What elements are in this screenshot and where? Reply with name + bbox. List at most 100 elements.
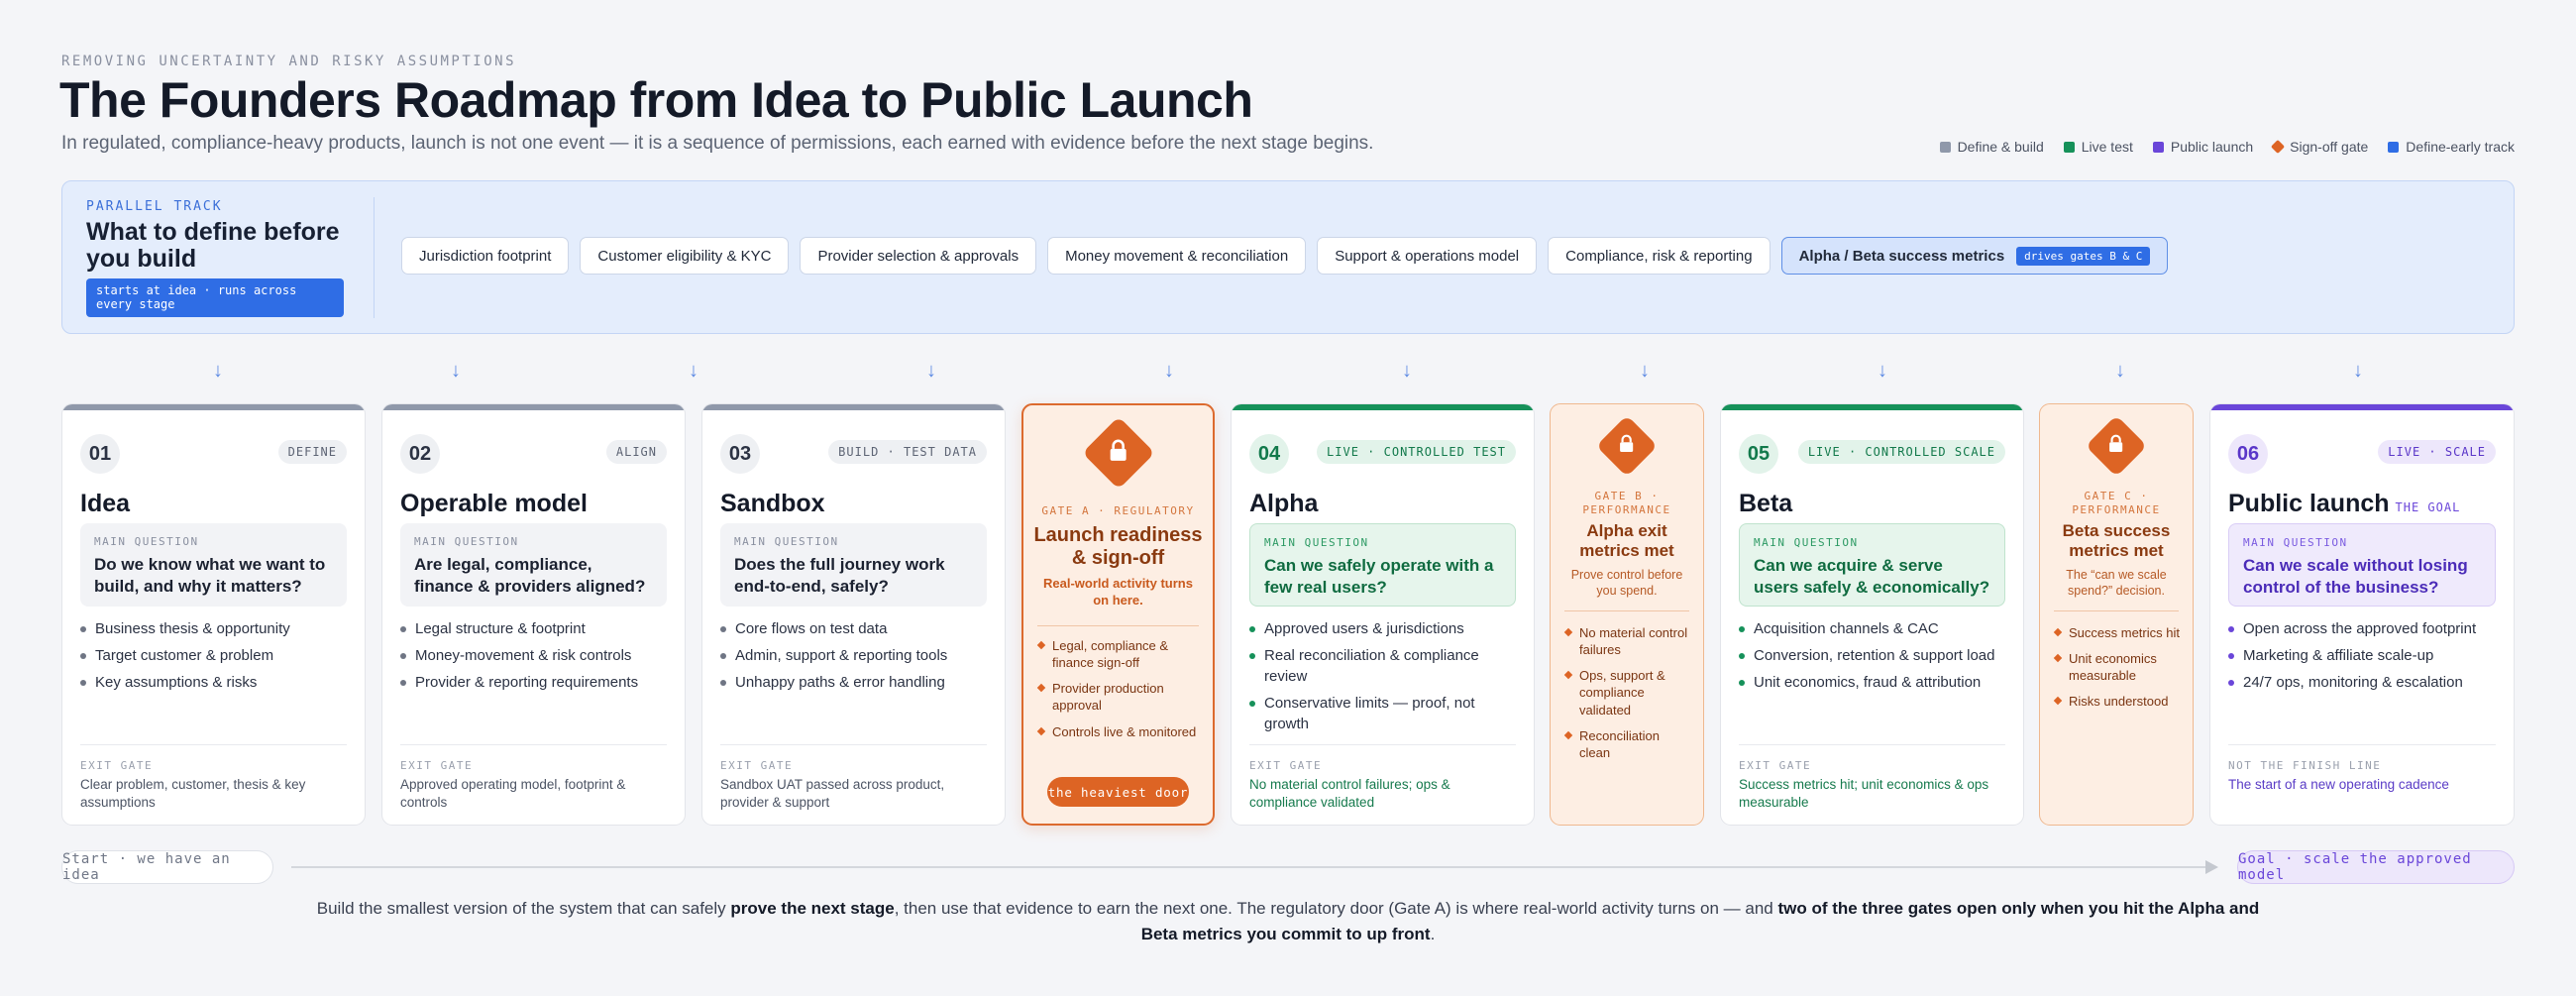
chip-support-ops[interactable]: Support & operations model: [1317, 237, 1538, 275]
main-question-box: MAIN QUESTION Can we scale without losin…: [2228, 523, 2496, 607]
divider: [2228, 744, 2496, 745]
stage-card-idea: 01 DEFINE Idea MAIN QUESTION Do we know …: [61, 403, 366, 826]
question-label: MAIN QUESTION: [1754, 536, 1859, 549]
stage-title-text: Public launch: [2228, 490, 2390, 517]
lock-icon: [2085, 414, 2148, 478]
list-item: Real reconciliation & compliance review: [1249, 645, 1516, 687]
eyebrow: REMOVING UNCERTAINTY AND RISKY ASSUMPTIO…: [61, 54, 517, 69]
list-item: Provider & reporting requirements: [400, 672, 667, 693]
chip-success-metrics[interactable]: Alpha / Beta success metrics drives gate…: [1780, 237, 2169, 275]
stage-card-beta: 05 LIVE · CONTROLLED SCALE Beta MAIN QUE…: [1720, 403, 2024, 826]
list-item: Legal structure & footprint: [400, 618, 667, 639]
gate-title: Beta success metrics met: [2062, 521, 2171, 560]
chip-badge: drives gates B & C: [2016, 246, 2151, 266]
timeline-goal-pill: Goal · scale the approved model: [2237, 850, 2515, 884]
chip-money-movement[interactable]: Money movement & reconciliation: [1047, 237, 1307, 275]
bullet-list: Acquisition channels & CAC Conversion, r…: [1739, 618, 2005, 699]
stage-title: Operable model: [400, 490, 588, 517]
divider: [720, 744, 987, 745]
arrow-down-icon: ↓: [689, 360, 698, 382]
list-item: Open across the approved footprint: [2228, 618, 2496, 639]
gate-tag: GATE A · REGULATORY: [1041, 504, 1195, 517]
arrow-down-icon: ↓: [1164, 360, 1174, 382]
list-item: Marketing & affiliate scale-up: [2228, 645, 2496, 666]
legend-label: Sign-off gate: [2290, 139, 2369, 155]
heaviest-door-badge: the heaviest door: [1047, 777, 1189, 807]
list-item: Conservative limits — proof, not growth: [1249, 693, 1516, 734]
legend-label: Public launch: [2170, 139, 2254, 155]
list-item: Risks understood: [2054, 693, 2181, 710]
question-text: Can we acquire & serve users safely & ec…: [1754, 556, 1990, 598]
main-question-box: MAIN QUESTION Are legal, compliance, fin…: [400, 523, 667, 607]
bullet-list: Legal structure & footprint Money-moveme…: [400, 618, 667, 699]
stage-card-public-launch: 06 LIVE · SCALE Public launch THE GOAL MA…: [2209, 403, 2515, 826]
main-question-box: MAIN QUESTION Can we safely operate with…: [1249, 523, 1516, 607]
arrow-down-icon: ↓: [2115, 360, 2125, 382]
legend-label: Live test: [2081, 139, 2133, 155]
chip-compliance[interactable]: Compliance, risk & reporting: [1548, 237, 1771, 275]
divider: [1037, 625, 1199, 626]
stage-title: Beta: [1739, 490, 1793, 517]
card-accent-bar: [702, 404, 1005, 410]
stage-tag: LIVE · CONTROLLED SCALE: [1797, 440, 2005, 464]
stage-card-operable-model: 02 ALIGN Operable model MAIN QUESTION Ar…: [381, 403, 686, 826]
list-item: Admin, support & reporting tools: [720, 645, 987, 666]
gate-subtitle: Prove control before you spend.: [1570, 568, 1683, 599]
exit-gate-label: EXIT GATE: [400, 759, 474, 772]
list-item: Ops, support & compliance validated: [1564, 667, 1691, 718]
chip-eligibility[interactable]: Customer eligibility & KYC: [580, 237, 790, 275]
legend-item-live: Live test: [2063, 139, 2133, 155]
card-accent-bar: [1721, 404, 2023, 410]
list-item: Unhappy paths & error handling: [720, 672, 987, 693]
bullet-list: Open across the approved footprint Marke…: [2228, 618, 2496, 699]
legend-swatch-icon: [2063, 141, 2075, 153]
stage-tag: DEFINE: [277, 440, 347, 464]
arrow-down-icon: ↓: [1402, 360, 1412, 382]
arrow-down-icon: ↓: [1878, 360, 1887, 382]
stage-title: Alpha: [1249, 490, 1319, 517]
card-accent-bar: [62, 404, 365, 410]
exit-gate-text: Sandbox UAT passed across product, provi…: [720, 777, 945, 810]
divider: [1249, 744, 1516, 745]
chip-jurisdiction[interactable]: Jurisdiction footprint: [401, 237, 570, 275]
legend: Define & build Live test Public launch S…: [1939, 139, 2515, 155]
footnote-text: , then use that evidence to earn the nex…: [894, 899, 1778, 918]
gate-list: No material control failures Ops, suppor…: [1564, 624, 1691, 770]
card-accent-bar: [1232, 404, 1534, 410]
list-item: Approved users & jurisdictions: [1249, 618, 1516, 639]
question-label: MAIN QUESTION: [734, 535, 839, 548]
stage-number: 04: [1249, 434, 1289, 474]
stage-title: Public launch THE GOAL: [2228, 490, 2460, 518]
card-accent-bar: [2210, 404, 2514, 410]
question-text: Do we know what we want to build, and wh…: [94, 555, 326, 597]
main-question-box: MAIN QUESTION Can we acquire & serve use…: [1739, 523, 2005, 607]
gate-list: Legal, compliance & finance sign-off Pro…: [1037, 637, 1201, 749]
goal-label: THE GOAL: [2395, 500, 2461, 514]
arrow-down-icon: ↓: [2353, 360, 2363, 382]
exit-gate-label: EXIT GATE: [720, 759, 794, 772]
chip-provider[interactable]: Provider selection & approvals: [800, 237, 1037, 275]
timeline-arrow-icon: [2205, 860, 2218, 874]
footnote-text: .: [1430, 925, 1436, 944]
bullet-list: Business thesis & opportunity Target cus…: [80, 618, 347, 699]
arrow-down-icon: ↓: [213, 360, 223, 382]
list-item: Legal, compliance & finance sign-off: [1037, 637, 1201, 671]
arrow-down-icon: ↓: [926, 360, 936, 382]
footnote-text: Build the smallest version of the system…: [316, 899, 731, 918]
divider: [1564, 610, 1689, 611]
main-question-box: MAIN QUESTION Does the full journey work…: [720, 523, 987, 607]
parallel-track-panel: PARALLEL TRACK What to define before you…: [61, 180, 2515, 334]
list-item: Acquisition channels & CAC: [1739, 618, 2005, 639]
divider: [400, 744, 667, 745]
legend-swatch-icon: [1939, 141, 1951, 153]
exit-gate-label: EXIT GATE: [80, 759, 154, 772]
question-label: MAIN QUESTION: [94, 535, 199, 548]
bullet-list: Approved users & jurisdictions Real reco…: [1249, 618, 1516, 740]
list-item: Reconciliation clean: [1564, 727, 1691, 761]
footnote: Build the smallest version of the system…: [297, 896, 2279, 948]
page-title: The Founders Roadmap from Idea to Public…: [59, 72, 1253, 128]
gate-subtitle: The “can we scale spend?” decision.: [2066, 568, 2167, 599]
stage-number: 03: [720, 434, 760, 474]
track-eyebrow: PARALLEL TRACK: [86, 199, 223, 214]
track-divider: [374, 197, 375, 318]
